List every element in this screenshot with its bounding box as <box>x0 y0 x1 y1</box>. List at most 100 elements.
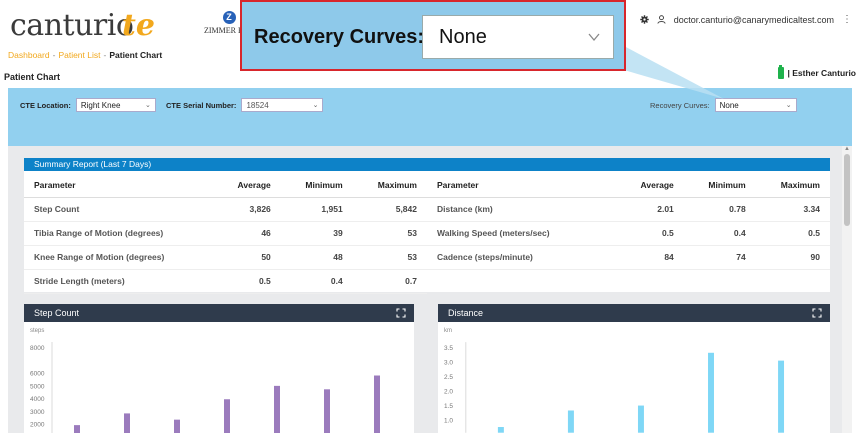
scroll-up-icon[interactable]: ▲ <box>844 146 850 152</box>
user-icon <box>657 15 666 24</box>
breadcrumb-separator: - <box>103 50 107 60</box>
summary-table-left: Parameter Average Minimum Maximum Step Coun… <box>24 173 427 294</box>
y-tick-label: 1.5 <box>444 403 453 410</box>
breadcrumb-dashboard[interactable]: Dashboard <box>8 50 50 60</box>
stat-value: 0.5 <box>755 221 830 246</box>
distance-chart-card: Distance km 3.5 3.0 2.5 2.0 1.5 1.0 <box>438 304 830 433</box>
filter-bar: CTE Location: Right Knee ⌄ CTE Serial Num… <box>8 88 852 146</box>
chart-bar[interactable] <box>567 410 574 433</box>
canturio-logo[interactable]: canturio te <box>6 8 196 43</box>
table-row: Tibia Range of Motion (degrees) 46 39 53 <box>24 221 427 246</box>
chart-bar[interactable] <box>708 352 714 433</box>
table-row: Distance (km) 2.01 0.78 3.34 <box>427 197 830 222</box>
stat-value: 74 <box>683 245 756 270</box>
patient-name-text: | Esther Canturio <box>787 68 857 78</box>
parameter-name: Step Count <box>24 197 214 222</box>
left-header-cell: Average <box>214 173 281 198</box>
chevron-down-icon: ⌄ <box>144 102 151 109</box>
stat-value: 53 <box>352 221 427 246</box>
y-tick-label: 1.0 <box>444 418 453 425</box>
left-header-cell: Parameter <box>24 173 214 198</box>
logo-suffix: te <box>122 8 155 43</box>
stat-value: 2.01 <box>617 197 684 222</box>
summary-report-card: Summary Report (Last 7 Days) Parameter Av… <box>24 158 830 294</box>
cte-serial-select[interactable]: 18524 ⌄ <box>241 98 324 112</box>
callout-select-value: None <box>439 25 487 48</box>
stat-value: 0.7 <box>352 269 427 294</box>
cte-location-label: CTE Location: <box>20 100 71 110</box>
stat-value: 53 <box>352 245 427 270</box>
parameter-name: Knee Range of Motion (degrees) <box>24 245 214 270</box>
y-tick-label: 3000 <box>30 409 45 416</box>
recovery-curves-select[interactable]: None ⌄ <box>714 98 797 112</box>
distance-chart-title: Distance <box>438 304 830 322</box>
chevron-down-icon: ⌄ <box>312 102 319 109</box>
zimmer-logo-mark: Z <box>222 11 236 24</box>
y-tick-label: 5000 <box>30 383 45 390</box>
stat-value: 0.4 <box>683 221 756 246</box>
user-menu: doctor.canturio@canarymedicaltest.com ⋮ <box>640 14 852 25</box>
chart-title-text: Step Count <box>34 308 80 318</box>
step-count-chart: steps 8000 6000 5000 4000 3000 2000 <box>30 328 380 433</box>
expand-icon[interactable] <box>396 308 406 318</box>
cte-location-value: Right Knee <box>80 100 121 110</box>
gear-icon[interactable] <box>640 15 649 24</box>
expand-icon[interactable] <box>812 308 822 318</box>
scrollbar[interactable]: ▲ <box>842 146 852 433</box>
y-tick-label: 2.0 <box>444 389 453 396</box>
stat-value: 90 <box>755 245 830 270</box>
left-header-cell: Maximum <box>352 173 427 198</box>
stat-value: 0.5 <box>214 269 281 294</box>
scrollbar-thumb[interactable] <box>844 154 850 226</box>
chart-bar[interactable] <box>174 419 180 433</box>
page: canturio te Z ZIMMER BIOMET Dashboard - Pa… <box>0 0 860 433</box>
cte-location-select[interactable]: Right Knee ⌄ <box>75 98 156 112</box>
chart-bar[interactable] <box>124 413 130 433</box>
chart-bar[interactable] <box>74 425 80 433</box>
user-email[interactable]: doctor.canturio@canarymedicaltest.com <box>674 15 834 25</box>
stat-value: 3.34 <box>755 197 830 222</box>
right-header-cell: Average <box>617 173 684 198</box>
stat-value: 5,842 <box>352 197 427 222</box>
patient-name: | Esther Canturio <box>777 65 857 79</box>
battery-icon <box>777 65 784 79</box>
more-options-icon[interactable]: ⋮ <box>842 14 852 25</box>
parameter-name: Stride Length (meters) <box>24 269 214 294</box>
stat-value: 3,826 <box>214 197 281 222</box>
y-tick-label: 4000 <box>30 396 45 403</box>
parameter-name: Distance (km) <box>427 197 617 222</box>
right-header-cell: Minimum <box>683 173 756 198</box>
right-header-cell: Parameter <box>427 173 617 198</box>
chevron-down-icon <box>588 33 600 42</box>
chart-bar[interactable] <box>637 405 644 433</box>
breadcrumb-separator: - <box>52 50 56 60</box>
table-row: Walking Speed (meters/sec) 0.5 0.4 0.5 <box>427 221 830 246</box>
chart-bar[interactable] <box>778 360 785 433</box>
chart-bar[interactable] <box>497 427 504 433</box>
chart-bar[interactable] <box>324 389 330 433</box>
table-row: Stride Length (meters) 0.5 0.4 0.7 <box>24 269 427 294</box>
stat-value: 0.5 <box>617 221 684 246</box>
stat-value: 0.78 <box>683 197 756 222</box>
stat-value: 46 <box>214 221 281 246</box>
breadcrumb: Dashboard - Patient List - Patient Chart <box>8 50 162 60</box>
cte-location-group: CTE Location: Right Knee ⌄ <box>20 98 156 112</box>
stat-value: 1,951 <box>280 197 353 222</box>
cte-serial-group: CTE Serial Number: 18524 ⌄ <box>166 98 324 112</box>
y-tick-label: 3.5 <box>444 345 453 352</box>
summary-table-right: Parameter Average Minimum Maximum Distance … <box>427 173 830 270</box>
callout-recovery-select[interactable]: None <box>422 15 614 59</box>
y-tick-label: 8000 <box>30 345 45 352</box>
stat-value: 84 <box>617 245 684 270</box>
table-row: Step Count 3,826 1,951 5,842 <box>24 197 427 222</box>
parameter-name: Cadence (steps/minute) <box>427 245 617 270</box>
chevron-down-icon: ⌄ <box>785 102 792 109</box>
chart-bar[interactable] <box>274 385 280 433</box>
chart-bar[interactable] <box>374 375 380 433</box>
y-axis-label: km <box>444 328 452 334</box>
breadcrumb-current: Patient Chart <box>109 50 163 60</box>
breadcrumb-patient-list[interactable]: Patient List <box>58 50 100 60</box>
chart-bar[interactable] <box>224 399 230 433</box>
recovery-curves-value: None <box>719 100 739 110</box>
step-count-chart-card: Step Count steps 8000 6000 5000 4000 3000 2000 <box>24 304 414 433</box>
